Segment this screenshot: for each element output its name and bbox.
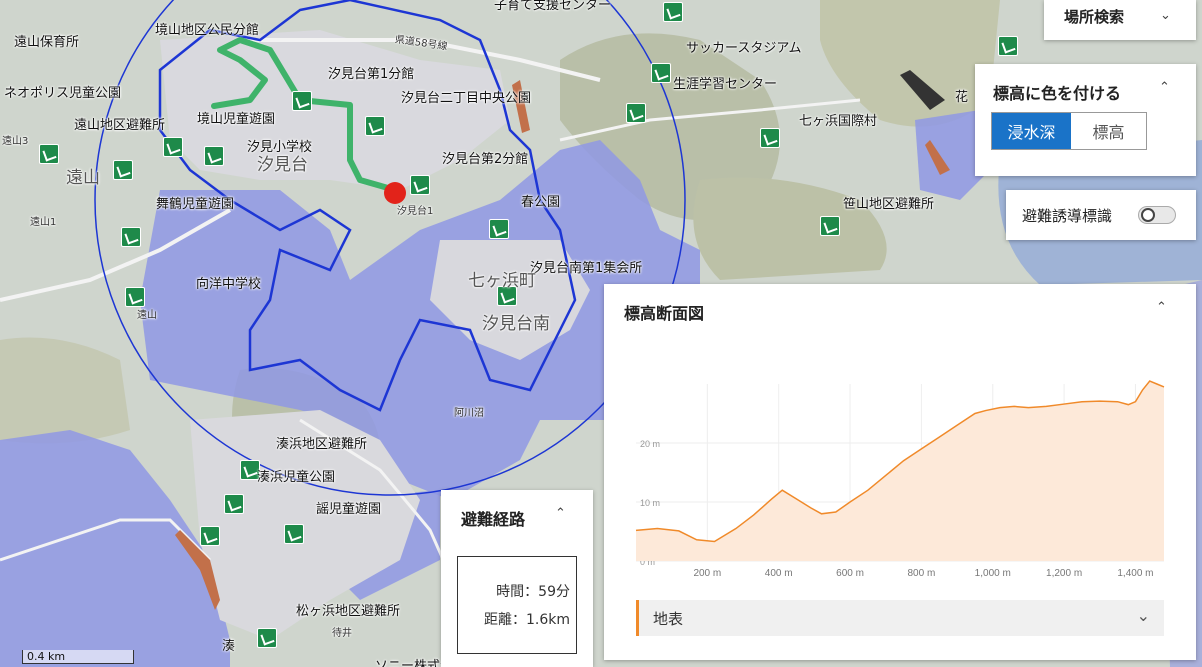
shelter-icon[interactable] — [204, 146, 224, 166]
shelter-icon[interactable] — [284, 524, 304, 544]
location-search-label: 場所検索 — [1064, 8, 1125, 26]
map-label: 汐見台南 — [482, 314, 550, 334]
y-tick-label: 10 m — [640, 498, 660, 508]
map-label: 遠山3 — [2, 136, 29, 147]
shelter-icon[interactable] — [163, 137, 183, 157]
route-summary: 時間：59分 距離：1.6km — [457, 556, 577, 654]
map-label: 向洋中学校 — [196, 277, 262, 292]
map-label: 遠山地区避難所 — [74, 118, 166, 133]
route-distance: 距離：1.6km — [483, 612, 570, 628]
map-label: サッカースタジアム — [686, 41, 802, 56]
map-label: 遠山 — [66, 168, 100, 188]
map-label: 待井 — [332, 628, 352, 639]
x-tick-label: 1,000 m — [975, 568, 1011, 579]
map-label: ネオポリス児童公園 — [4, 86, 122, 101]
shelter-icon[interactable] — [626, 103, 646, 123]
shelter-icon[interactable] — [200, 526, 220, 546]
x-tick-label: 600 m — [836, 568, 864, 579]
map-label: 遠山保育所 — [14, 35, 80, 50]
shelter-icon[interactable] — [292, 91, 312, 111]
evac-signs-switch[interactable] — [1138, 206, 1176, 224]
map-label: 春公園 — [521, 195, 561, 210]
profile-area — [636, 381, 1164, 561]
shelter-icon[interactable] — [651, 63, 671, 83]
map-label: 笹山地区避難所 — [843, 197, 935, 212]
map-label: 汐見台第1分館 — [328, 67, 415, 82]
shelter-icon[interactable] — [125, 287, 145, 307]
shelter-icon[interactable] — [113, 160, 133, 180]
shelter-icon[interactable] — [663, 2, 683, 22]
map-label: 汐見台二丁目中央公園 — [401, 91, 532, 106]
shelter-icon[interactable] — [998, 36, 1018, 56]
map-label: 七ヶ浜町 — [468, 271, 536, 291]
shelter-icon[interactable] — [224, 494, 244, 514]
elevation-color-panel: 標高に色を付ける ⌃ 浸水深 標高 — [975, 64, 1196, 176]
shelter-icon[interactable] — [121, 227, 141, 247]
map-label: 湊浜地区避難所 — [276, 437, 368, 452]
map-label: 松ヶ浜地区避難所 — [296, 604, 401, 619]
chevron-up-icon[interactable]: ⌃ — [1159, 80, 1170, 95]
evac-signs-label: 避難誘導標識 — [1022, 207, 1113, 225]
map-label: 謡児童遊園 — [316, 502, 382, 517]
x-tick-label: 800 m — [908, 568, 936, 579]
map-label: 花 — [955, 90, 969, 105]
shelter-icon[interactable] — [410, 175, 430, 195]
shelter-icon[interactable] — [760, 128, 780, 148]
chevron-down-icon: ⌄ — [1136, 606, 1150, 625]
chevron-up-icon[interactable]: ⌃ — [555, 506, 566, 521]
map-label: 汐見台1 — [397, 206, 434, 217]
map-label: 湊浜児童公園 — [257, 470, 336, 485]
map-label: 湊 — [222, 639, 236, 654]
evac-signs-panel: 避難誘導標識 — [1006, 190, 1196, 240]
map-label: 汐見台南第1集会所 — [530, 261, 643, 276]
shelter-icon[interactable] — [39, 144, 59, 164]
map-label: 生涯学習センター — [673, 77, 778, 92]
x-tick-label: 1,200 m — [1046, 568, 1082, 579]
shelter-icon[interactable] — [257, 628, 277, 648]
shelter-icon[interactable] — [489, 219, 509, 239]
map-label: 境山地区公民分館 — [155, 23, 260, 38]
evac-route-title: 避難経路 — [461, 510, 526, 529]
map-label: 汐見台 — [257, 155, 308, 175]
option-elevation[interactable]: 標高 — [1071, 113, 1146, 149]
shelter-icon[interactable] — [365, 116, 385, 136]
elevation-color-title: 標高に色を付ける — [993, 84, 1122, 103]
map-label: 七ヶ浜国際村 — [799, 114, 878, 129]
y-tick-label: 20 m — [640, 439, 660, 449]
option-flood-depth[interactable]: 浸水深 — [992, 113, 1071, 149]
elevation-mode-toggle: 浸水深 標高 — [991, 112, 1147, 150]
route-time: 時間：59分 — [496, 584, 570, 600]
map-label: 境山児童遊園 — [197, 112, 276, 127]
map-label: 遠山 — [137, 310, 157, 321]
map-label: 舞鶴児童遊園 — [156, 197, 235, 212]
map-label: 汐見台第2分館 — [442, 152, 529, 167]
location-search-panel[interactable]: 場所検索 ⌄ — [1044, 0, 1196, 40]
scale-bar: 0.4 km — [22, 650, 134, 664]
profile-chart: 200 m 400 m 600 m 800 m 1,000 m 1,200 m 1,400 … — [635, 380, 1165, 579]
map-label: 遠山1 — [30, 217, 57, 228]
surface-select[interactable]: 地表 ⌄ — [636, 600, 1164, 636]
x-tick-label: 200 m — [693, 568, 721, 579]
elevation-profile-panel: 標高断面図 ⌃ 200 m 400 m 600 m 800 m 1,000 m 1,200… — [604, 284, 1196, 660]
x-tick-label: 400 m — [765, 568, 793, 579]
map-label: 子育て支援センター — [494, 0, 612, 13]
map-label: 阿川沼 — [454, 408, 484, 419]
evac-route-panel: 避難経路 ⌃ 時間：59分 距離：1.6km — [441, 490, 593, 667]
shelter-icon[interactable] — [820, 216, 840, 236]
surface-select-value: 地表 — [653, 610, 684, 628]
x-tick-label: 1,400 m — [1117, 568, 1153, 579]
chevron-down-icon[interactable]: ⌄ — [1160, 8, 1171, 23]
